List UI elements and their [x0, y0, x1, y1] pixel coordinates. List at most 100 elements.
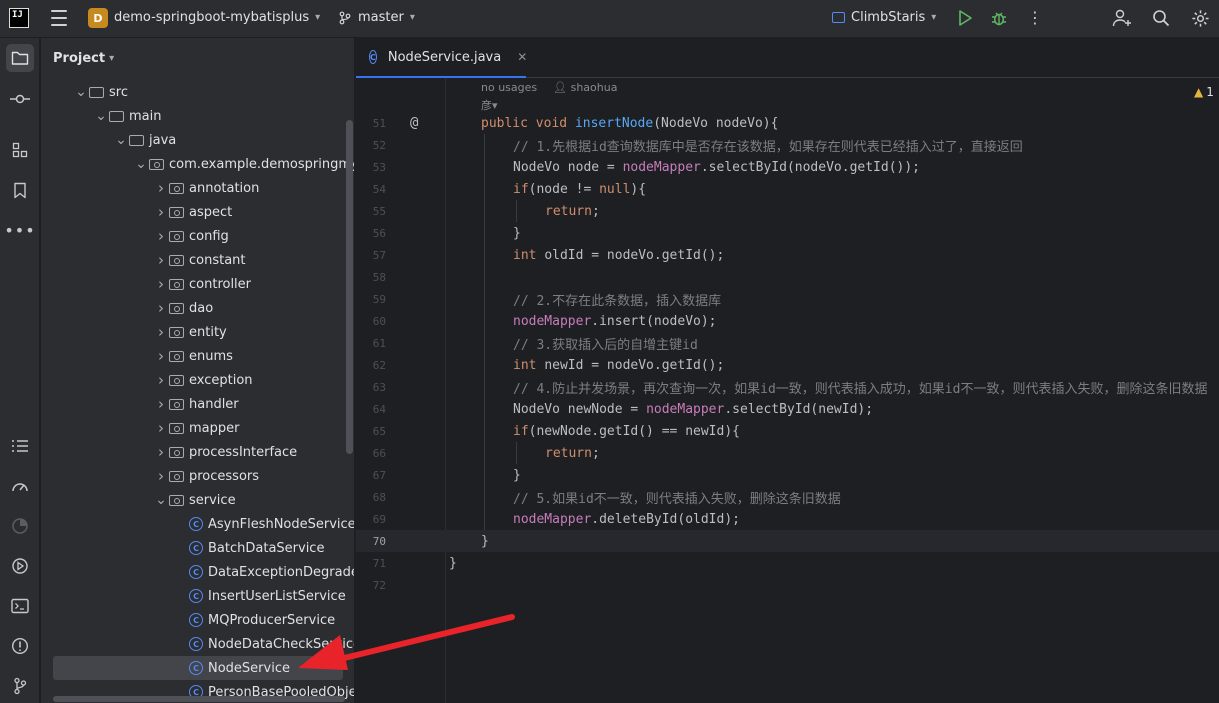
- tree-item-class[interactable]: C NodeService: [53, 656, 343, 680]
- tree-item-folder[interactable]: › handler: [41, 392, 354, 416]
- chevron-down-icon[interactable]: ⌄: [73, 84, 89, 100]
- structure-tool-button[interactable]: [6, 136, 34, 164]
- chevron-right-icon[interactable]: ›: [153, 251, 169, 269]
- main-menu-icon[interactable]: [50, 10, 68, 26]
- chevron-down-icon[interactable]: ⌄: [133, 156, 149, 172]
- terminal-tool-button[interactable]: [6, 592, 34, 620]
- tree-item-folder[interactable]: › enums: [41, 344, 354, 368]
- chevron-right-icon[interactable]: ›: [153, 419, 169, 437]
- tree-item-folder[interactable]: › mapper: [41, 416, 354, 440]
- project-tool-button[interactable]: [6, 44, 34, 72]
- tree-item-folder[interactable]: › processInterface: [41, 440, 354, 464]
- chevron-right-icon[interactable]: ›: [153, 467, 169, 485]
- run-configuration-selector[interactable]: ClimbStaris ▾: [832, 10, 936, 25]
- tree-item-class[interactable]: C BatchDataService: [41, 536, 354, 560]
- close-icon[interactable]: ✕: [517, 50, 527, 64]
- chevron-down-icon[interactable]: ⌄: [93, 108, 109, 124]
- services-tool-button[interactable]: [6, 552, 34, 580]
- tree-item-folder[interactable]: ⌄ main: [41, 104, 354, 128]
- code-line[interactable]: 55 return;: [356, 200, 1219, 222]
- code-line[interactable]: 59 // 2.不存在此条数据，插入数据库: [356, 288, 1219, 310]
- chevron-right-icon[interactable]: ›: [153, 203, 169, 221]
- chevron-right-icon[interactable]: ›: [153, 395, 169, 413]
- chevron-right-icon[interactable]: ›: [153, 323, 169, 341]
- tree-item-class[interactable]: C AsynFleshNodeService: [41, 512, 354, 536]
- tree-item-folder[interactable]: › annotation: [41, 176, 354, 200]
- annotation-gutter-icon[interactable]: @: [410, 115, 418, 131]
- profiler-tool-button[interactable]: [6, 472, 34, 500]
- code-line[interactable]: 58: [356, 266, 1219, 288]
- code-line[interactable]: 51 @ public void insertNode(NodeVo nodeVo)…: [356, 112, 1219, 134]
- tree-item-folder[interactable]: ⌄ java: [41, 128, 354, 152]
- chevron-right-icon[interactable]: ›: [153, 299, 169, 317]
- project-switcher[interactable]: demo-springboot-mybatisplus ▾: [114, 10, 320, 25]
- code-line[interactable]: 52 // 1.先根据id查询数据库中是否存在该数据，如果存在则代表已经插入过了，…: [356, 134, 1219, 156]
- code-line[interactable]: 61 // 3.获取插入后的自增主键id: [356, 332, 1219, 354]
- tree-item-folder[interactable]: › entity: [41, 320, 354, 344]
- tree-item-folder[interactable]: ⌄ com.example.demospringmyb: [41, 152, 354, 176]
- code-line[interactable]: 66 return;: [356, 442, 1219, 464]
- tree-item-folder[interactable]: › aspect: [41, 200, 354, 224]
- tree-item-class[interactable]: C DataExceptionDegradeH: [41, 560, 354, 584]
- code-line[interactable]: 64 NodeVo newNode = nodeMapper.selectById…: [356, 398, 1219, 420]
- code-line[interactable]: 56}: [356, 222, 1219, 244]
- code-line[interactable]: 53 NodeVo node = nodeMapper.selectById(no…: [356, 156, 1219, 178]
- more-actions-icon[interactable]: ⋮: [1027, 8, 1043, 27]
- code-line[interactable]: 71}: [356, 552, 1219, 574]
- code-line[interactable]: 60 nodeMapper.insert(nodeVo);: [356, 310, 1219, 332]
- chevron-right-icon[interactable]: ›: [153, 443, 169, 461]
- project-view-selector[interactable]: Project ▾: [53, 51, 114, 66]
- code-line[interactable]: 67}: [356, 464, 1219, 486]
- git-tool-button[interactable]: [6, 672, 34, 700]
- chevron-down-icon[interactable]: ⌄: [113, 132, 129, 148]
- tree-item-folder[interactable]: › dao: [41, 296, 354, 320]
- tree-horizontal-scrollbar[interactable]: [53, 696, 345, 702]
- tree-item-folder[interactable]: › constant: [41, 248, 354, 272]
- chevron-right-icon[interactable]: ›: [153, 227, 169, 245]
- author-hint[interactable]: 👤︎ shaohua: [553, 81, 617, 94]
- inspection-widget[interactable]: ▲ 1: [1194, 85, 1214, 99]
- code-line[interactable]: 65 if(newNode.getId() == newId){: [356, 420, 1219, 442]
- tree-item-folder[interactable]: ⌄ src: [41, 80, 354, 104]
- tab-nodeservice-java[interactable]: C NodeService.java ✕: [356, 38, 527, 78]
- commit-tool-button[interactable]: [6, 85, 34, 113]
- tree-item-class[interactable]: C MQProducerService: [41, 608, 354, 632]
- code-line[interactable]: 69 nodeMapper.deleteById(oldId);: [356, 508, 1219, 530]
- code-line[interactable]: 68 // 5.如果id不一致，则代表插入失败，删除这条旧数据: [356, 486, 1219, 508]
- tree-item-folder[interactable]: ⌄ service: [41, 488, 354, 512]
- tree-item-class[interactable]: C NodeDataCheckService: [41, 632, 354, 656]
- tree-item-label: config: [189, 228, 229, 244]
- tree-item-folder[interactable]: › controller: [41, 272, 354, 296]
- code-line[interactable]: 72: [356, 574, 1219, 596]
- code-line[interactable]: 70}: [356, 530, 1219, 552]
- bookmarks-tool-button[interactable]: [6, 176, 34, 204]
- add-user-button[interactable]: [1112, 9, 1132, 27]
- run-button[interactable]: [957, 9, 973, 27]
- search-button[interactable]: [1152, 9, 1170, 27]
- code-line[interactable]: 63 // 4.防止并发场景，再次查询一次，如果id一致，则代表插入成功，如果id…: [356, 376, 1219, 398]
- chevron-down-icon[interactable]: ⌄: [153, 492, 169, 508]
- coverage-tool-button[interactable]: [6, 512, 34, 540]
- ai-assistant-icon[interactable]: 彦▾: [481, 97, 498, 113]
- code-line[interactable]: 54 if(node != null){: [356, 178, 1219, 200]
- vcs-branch-widget[interactable]: master ▾: [338, 10, 415, 25]
- chevron-right-icon[interactable]: ›: [153, 179, 169, 197]
- tree-vertical-scrollbar[interactable]: [346, 120, 353, 454]
- code-line[interactable]: 62 int newId = nodeVo.getId();: [356, 354, 1219, 376]
- chevron-right-icon[interactable]: ›: [153, 347, 169, 365]
- tree-item-class[interactable]: C InsertUserListService: [41, 584, 354, 608]
- usages-hint[interactable]: no usages: [481, 81, 537, 94]
- settings-button[interactable]: [1191, 9, 1210, 28]
- code-line[interactable]: 57 int oldId = nodeVo.getId();: [356, 244, 1219, 266]
- tree-item-folder[interactable]: › exception: [41, 368, 354, 392]
- chevron-right-icon[interactable]: ›: [153, 275, 169, 293]
- intellij-logo[interactable]: IJ: [9, 8, 29, 28]
- project-badge[interactable]: D: [88, 8, 108, 28]
- tree-item-folder[interactable]: › config: [41, 224, 354, 248]
- tree-item-folder[interactable]: › processors: [41, 464, 354, 488]
- more-tools-icon[interactable]: •••: [4, 216, 34, 244]
- problems-tool-button[interactable]: [6, 632, 34, 660]
- todo-tool-button[interactable]: [6, 432, 34, 460]
- chevron-right-icon[interactable]: ›: [153, 371, 169, 389]
- debug-button[interactable]: [990, 9, 1008, 27]
